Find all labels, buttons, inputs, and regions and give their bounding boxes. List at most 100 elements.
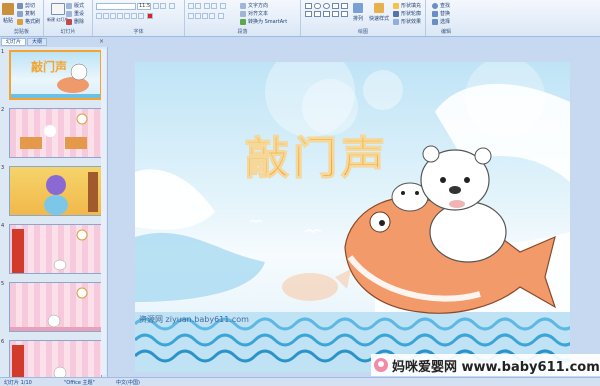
smartart-button[interactable]: 转换为 SmartArt bbox=[240, 18, 287, 25]
drawing-group-label: 绘图 bbox=[357, 29, 368, 35]
copy-icon bbox=[17, 10, 23, 17]
thumbnail-row-6[interactable]: 6 bbox=[0, 339, 107, 377]
tab-slides[interactable]: 幻灯片 bbox=[1, 38, 27, 46]
thumbnail-number: 3 bbox=[1, 165, 5, 171]
panel-tabs: 幻灯片 大纲 bbox=[1, 38, 48, 46]
shape-effects-button[interactable]: 形状效果 bbox=[393, 18, 421, 25]
decrease-indent-button[interactable] bbox=[204, 3, 210, 9]
bullets-button[interactable] bbox=[188, 3, 194, 9]
star-shape-icon[interactable] bbox=[314, 11, 321, 17]
shadow-button[interactable] bbox=[124, 13, 130, 19]
thumbnail-number: 5 bbox=[1, 281, 5, 287]
copy-button[interactable]: 复制 bbox=[17, 10, 35, 17]
arrow-shape-icon[interactable] bbox=[305, 11, 312, 17]
numbering-button[interactable] bbox=[195, 3, 201, 9]
font-color-button[interactable] bbox=[147, 13, 153, 19]
thumbnail-scrollbar[interactable] bbox=[101, 49, 106, 375]
shrink-font-button[interactable] bbox=[160, 3, 166, 9]
new-slide-icon bbox=[50, 3, 65, 15]
arrange-icon bbox=[353, 3, 363, 13]
text-direction-icon bbox=[240, 2, 246, 9]
current-slide[interactable]: 敲门声 资源网 ziyuan.baby611.com bbox=[135, 62, 570, 372]
slide-thumbnail-panel: 1 敲门声 2 3 4 5 6 bbox=[0, 47, 108, 377]
callout-shape-icon[interactable] bbox=[323, 11, 330, 17]
shape-fill-button[interactable]: 形状填充 bbox=[393, 2, 421, 9]
replace-icon bbox=[432, 10, 438, 17]
paste-button[interactable]: 粘贴 bbox=[2, 3, 14, 24]
paragraph-group-label: 段落 bbox=[237, 29, 248, 35]
delete-icon bbox=[66, 18, 72, 25]
pen-icon bbox=[393, 10, 399, 17]
slide-title[interactable]: 敲门声 bbox=[245, 122, 389, 186]
tab-outline[interactable]: 大纲 bbox=[27, 38, 48, 46]
brush-icon bbox=[17, 18, 23, 25]
thumbnail-slide-2[interactable] bbox=[9, 108, 102, 158]
thumbnail-row-4[interactable]: 4 bbox=[0, 223, 107, 275]
slide-editor: 敲门声 资源网 ziyuan.baby611.com bbox=[108, 47, 600, 377]
align-right-button[interactable] bbox=[202, 13, 208, 19]
shape-outline-button[interactable]: 形状轮廓 bbox=[393, 10, 421, 17]
reset-button[interactable]: 重设 bbox=[66, 10, 84, 17]
scissors-icon bbox=[17, 2, 23, 9]
brace-shape-icon[interactable] bbox=[332, 11, 339, 17]
line-shape-icon[interactable] bbox=[341, 3, 348, 9]
editing-group: 查找 替换 选择 编辑 bbox=[426, 0, 466, 36]
thumbnail-number: 4 bbox=[1, 223, 5, 229]
editing-group-label: 编辑 bbox=[440, 29, 451, 35]
underline-button[interactable] bbox=[110, 13, 116, 19]
thumbnail-slide-1[interactable]: 敲门声 bbox=[9, 50, 102, 100]
triangle-shape-icon[interactable] bbox=[332, 3, 339, 9]
align-left-button[interactable] bbox=[188, 13, 194, 19]
justify-button[interactable] bbox=[209, 13, 215, 19]
search-icon bbox=[432, 2, 438, 9]
align-center-button[interactable] bbox=[195, 13, 201, 19]
reset-icon bbox=[66, 10, 72, 17]
find-button[interactable]: 查找 bbox=[432, 2, 450, 9]
line-spacing-button[interactable] bbox=[220, 3, 226, 9]
quick-styles-icon bbox=[374, 3, 384, 13]
thumbnail-slide-5[interactable] bbox=[9, 282, 102, 332]
increase-indent-button[interactable] bbox=[211, 3, 217, 9]
thumbnail-art bbox=[10, 287, 101, 331]
layout-button[interactable]: 版式 bbox=[66, 2, 84, 9]
font-group: 11.5 字体 bbox=[93, 0, 185, 36]
quick-styles-button[interactable]: 快速样式 bbox=[369, 3, 389, 22]
smartart-icon bbox=[240, 18, 246, 25]
oval-shape-icon[interactable] bbox=[323, 3, 330, 9]
thumbnail-row-5[interactable]: 5 bbox=[0, 281, 107, 333]
change-case-button[interactable] bbox=[138, 13, 144, 19]
font-size-box[interactable]: 11.5 bbox=[137, 3, 151, 10]
site-watermark: 妈咪爱婴网 www.baby611.com bbox=[371, 354, 600, 376]
cut-button[interactable]: 剪切 bbox=[17, 2, 35, 9]
thumbnail-art bbox=[12, 229, 88, 273]
rectangle-shape-icon[interactable] bbox=[305, 3, 312, 9]
thumbnail-number: 2 bbox=[1, 107, 5, 113]
grow-font-button[interactable] bbox=[153, 3, 159, 9]
thumbnail-row-1[interactable]: 1 敲门声 bbox=[0, 49, 107, 101]
thumbnail-slide-3[interactable] bbox=[9, 166, 102, 216]
columns-button[interactable] bbox=[218, 13, 224, 19]
format-painter-button[interactable]: 格式刷 bbox=[17, 18, 40, 25]
slide-footer-text: 资源网 ziyuan.baby611.com bbox=[139, 315, 249, 324]
clear-format-button[interactable] bbox=[169, 3, 175, 9]
close-panel-button[interactable]: × bbox=[99, 38, 104, 45]
paste-icon bbox=[2, 3, 14, 15]
thumbnail-slide-4[interactable] bbox=[9, 224, 102, 274]
more-shapes-icon[interactable] bbox=[341, 11, 348, 17]
replace-button[interactable]: 替换 bbox=[432, 10, 450, 17]
italic-button[interactable] bbox=[103, 13, 109, 19]
bold-button[interactable] bbox=[96, 13, 102, 19]
arrange-button[interactable]: 排列 bbox=[353, 3, 363, 22]
char-spacing-button[interactable] bbox=[131, 13, 137, 19]
text-direction-button[interactable]: 文字方向 bbox=[240, 2, 268, 9]
thumbnail-row-3[interactable]: 3 bbox=[0, 165, 107, 217]
font-name-box[interactable] bbox=[96, 3, 136, 10]
rounded-shape-icon[interactable] bbox=[314, 3, 321, 9]
thumbnail-art bbox=[11, 63, 100, 98]
thumbnail-row-2[interactable]: 2 bbox=[0, 107, 107, 159]
delete-slide-button[interactable]: 删除 bbox=[66, 18, 84, 25]
align-text-button[interactable]: 对齐文本 bbox=[240, 10, 268, 17]
thumbnail-slide-6[interactable] bbox=[9, 340, 102, 377]
strikethrough-button[interactable] bbox=[117, 13, 123, 19]
select-button[interactable]: 选择 bbox=[432, 18, 450, 25]
